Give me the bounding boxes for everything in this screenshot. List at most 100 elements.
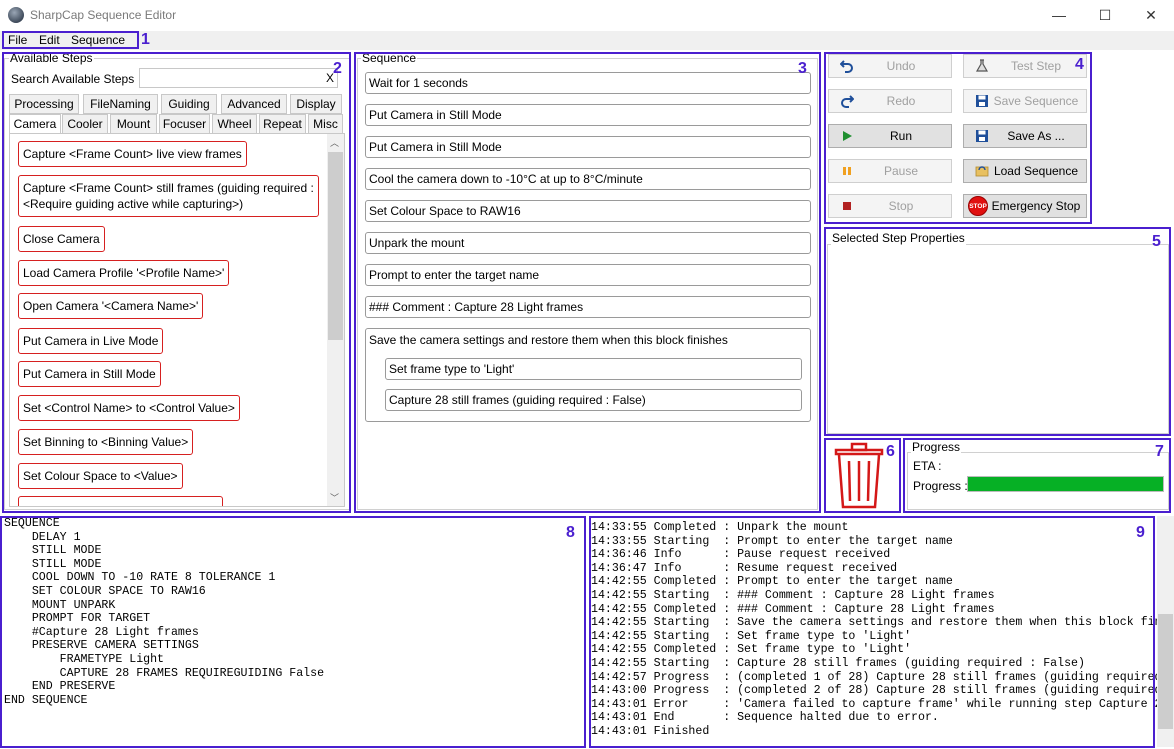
- available-step[interactable]: Set Colour Space to <Value>: [18, 463, 183, 489]
- stop-sign-icon: STOP: [968, 196, 988, 216]
- minimize-button[interactable]: —: [1036, 0, 1082, 30]
- available-step[interactable]: Open Camera '<Camera Name>': [18, 293, 204, 319]
- callout-number: 1: [141, 31, 150, 48]
- scroll-down-icon[interactable]: ﹀: [330, 491, 339, 504]
- stop-sign-text: STOP: [969, 202, 987, 210]
- eta-label: ETA :: [913, 459, 942, 473]
- script-editor[interactable]: SEQUENCE DELAY 1 STILL MODE STILL MODE C…: [2, 516, 585, 747]
- menu-file[interactable]: File: [8, 33, 27, 47]
- scrollbar-thumb[interactable]: [328, 152, 343, 340]
- sequence-step[interactable]: Set frame type to 'Light': [385, 358, 802, 380]
- search-input[interactable]: X: [139, 68, 338, 88]
- sequence-step[interactable]: Capture 28 still frames (guiding require…: [385, 389, 802, 411]
- sequence-label: Sequence: [361, 51, 418, 65]
- pause-button[interactable]: Pause: [828, 159, 952, 183]
- load-sequence-button[interactable]: Load Sequence: [963, 159, 1087, 183]
- sequence-step[interactable]: Set Colour Space to RAW16: [365, 200, 811, 222]
- available-step[interactable]: [18, 496, 223, 506]
- menu-bar: [0, 31, 1174, 50]
- save-sequence-button[interactable]: Save Sequence: [963, 89, 1087, 113]
- callout-number: 4: [1075, 56, 1084, 73]
- folder-open-icon: [974, 163, 990, 179]
- redo-button[interactable]: Redo: [828, 89, 952, 113]
- emergency-stop-button[interactable]: STOP Emergency Stop: [963, 194, 1087, 218]
- test-step-button[interactable]: Test Step: [963, 54, 1087, 78]
- progress-label: Progress :: [913, 479, 968, 493]
- tab-wheel[interactable]: Wheel: [212, 114, 257, 134]
- progress-bar: [967, 476, 1164, 492]
- callout-number: 2: [333, 60, 342, 77]
- available-step-label: Put Camera in Live Mode: [23, 334, 159, 348]
- undo-icon: [839, 58, 855, 74]
- callout-number: 5: [1152, 233, 1161, 250]
- available-step-label: Open Camera '<Camera Name>': [23, 299, 199, 313]
- log-panel[interactable]: 14:33:55 Completed : Unpark the mount 14…: [590, 516, 1174, 747]
- tab-filenaming[interactable]: FileNaming: [83, 94, 158, 114]
- redo-icon: [839, 93, 855, 109]
- sequence-step[interactable]: Prompt to enter the target name: [365, 264, 811, 286]
- close-button[interactable]: ✕: [1128, 0, 1174, 30]
- save-as-button[interactable]: Save As ...: [963, 124, 1087, 148]
- trash-icon[interactable]: [833, 441, 885, 509]
- scroll-up-icon[interactable]: ︿: [330, 136, 339, 149]
- run-button[interactable]: Run: [828, 124, 952, 148]
- properties-frame: [827, 244, 1169, 434]
- sequence-block-title: Save the camera settings and restore the…: [369, 333, 728, 347]
- available-step-label: Set Binning to <Binning Value>: [23, 435, 189, 449]
- callout-number: 8: [566, 524, 575, 541]
- app-logo-icon: [8, 7, 24, 23]
- tab-processing[interactable]: Processing: [9, 94, 79, 114]
- log-scrollbar[interactable]: [1157, 516, 1174, 747]
- tab-mount[interactable]: Mount: [110, 114, 157, 134]
- sequence-step[interactable]: Cool the camera down to -10°C at up to 8…: [365, 168, 811, 190]
- stop-button[interactable]: Stop: [828, 194, 952, 218]
- available-step[interactable]: Close Camera: [18, 226, 105, 252]
- tab-advanced[interactable]: Advanced: [221, 94, 287, 114]
- available-step[interactable]: Set Binning to <Binning Value>: [18, 429, 194, 455]
- available-steps-list: Capture <Frame Count> live view frames C…: [9, 133, 345, 507]
- progress-group-label: Progress: [911, 440, 962, 454]
- flask-icon: [974, 58, 990, 74]
- available-steps-scrollbar[interactable]: ︿ ﹀: [327, 134, 344, 506]
- available-step[interactable]: Load Camera Profile '<Profile Name>': [18, 260, 230, 286]
- log-scrollbar-thumb[interactable]: [1158, 614, 1173, 729]
- available-step-label: Capture <Frame Count> still frames (guid…: [23, 181, 314, 195]
- undo-button[interactable]: Undo: [828, 54, 952, 78]
- available-step-label: Put Camera in Still Mode: [23, 367, 156, 381]
- log-text: 14:33:55 Completed : Unpark the mount 14…: [591, 521, 1157, 738]
- save-icon: [974, 93, 990, 109]
- sequence-step[interactable]: ### Comment : Capture 28 Light frames: [365, 296, 811, 318]
- available-step[interactable]: Set <Control Name> to <Control Value>: [18, 395, 240, 421]
- script-text: SEQUENCE DELAY 1 STILL MODE STILL MODE C…: [4, 517, 325, 707]
- search-label: Search Available Steps: [11, 72, 135, 86]
- tab-cooler[interactable]: Cooler: [62, 114, 108, 134]
- available-step-label: Set Colour Space to <Value>: [23, 469, 178, 483]
- tab-focuser[interactable]: Focuser: [159, 114, 210, 134]
- sequence-step[interactable]: Unpark the mount: [365, 232, 811, 254]
- callout-number: 7: [1155, 443, 1164, 460]
- stop-icon: [839, 198, 855, 214]
- tab-guiding[interactable]: Guiding: [161, 94, 217, 114]
- available-step-label: Close Camera: [23, 232, 100, 246]
- tab-display[interactable]: Display: [290, 94, 342, 114]
- tab-camera[interactable]: Camera: [9, 114, 61, 134]
- available-step-label: Capture <Frame Count> live view frames: [23, 147, 242, 161]
- sequence-block[interactable]: Save the camera settings and restore the…: [365, 328, 811, 422]
- maximize-button[interactable]: ☐: [1082, 0, 1128, 30]
- tab-misc[interactable]: Misc: [308, 114, 343, 134]
- available-step[interactable]: Capture <Frame Count> still frames (guid…: [18, 175, 319, 217]
- available-step[interactable]: Put Camera in Live Mode: [18, 328, 164, 354]
- available-step[interactable]: Put Camera in Still Mode: [18, 361, 161, 387]
- available-step-label: Set <Control Name> to <Control Value>: [23, 401, 235, 415]
- sequence-step[interactable]: Put Camera in Still Mode: [365, 104, 811, 126]
- callout-number: 9: [1136, 524, 1145, 541]
- menu-edit[interactable]: Edit: [39, 33, 60, 47]
- play-icon: [839, 128, 855, 144]
- available-step[interactable]: Capture <Frame Count> live view frames: [18, 141, 247, 167]
- tab-repeat[interactable]: Repeat: [259, 114, 306, 134]
- menu-sequence[interactable]: Sequence: [71, 33, 125, 47]
- sequence-step[interactable]: Wait for 1 seconds: [365, 72, 811, 94]
- sequence-step[interactable]: Put Camera in Still Mode: [365, 136, 811, 158]
- save-icon: [974, 128, 990, 144]
- properties-label: Selected Step Properties: [831, 231, 966, 245]
